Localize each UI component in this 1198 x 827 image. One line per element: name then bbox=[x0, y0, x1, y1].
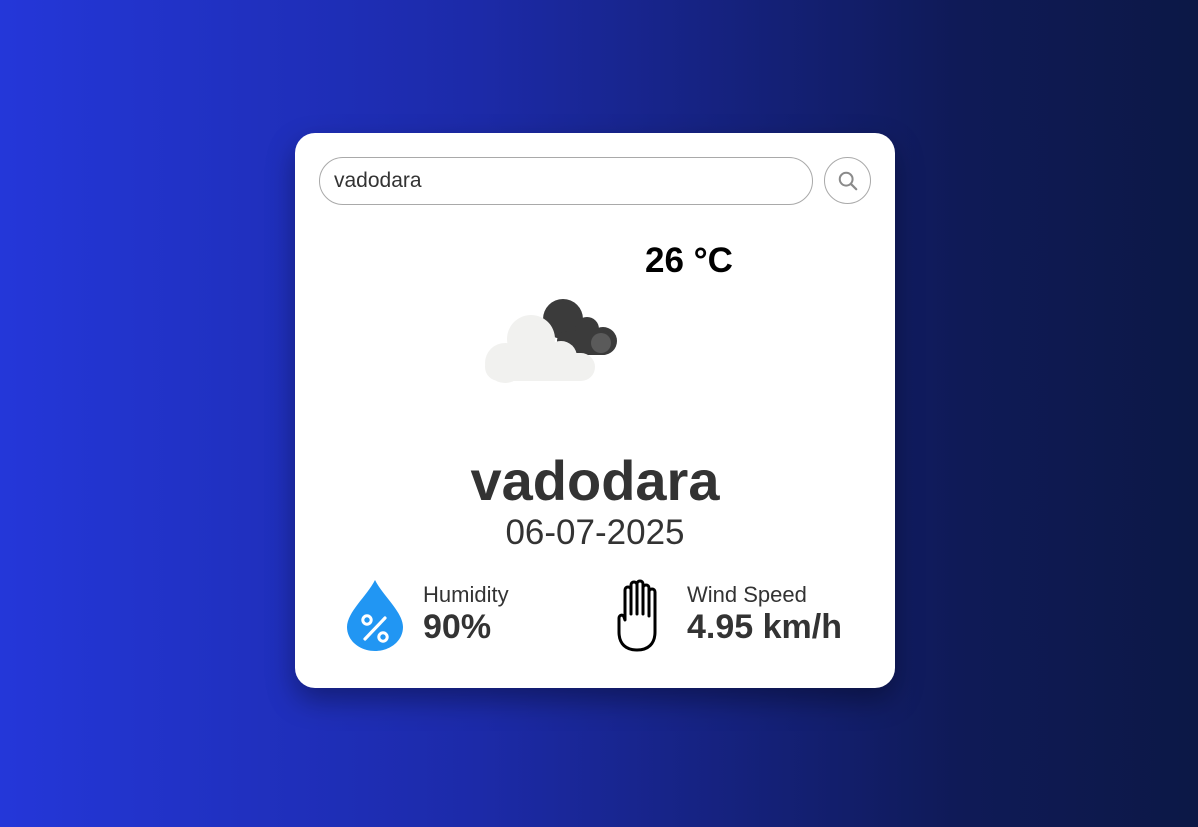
search-bar bbox=[319, 157, 871, 205]
weather-card: 26 °C vadodara 06-07-2025 Humidity bbox=[295, 133, 895, 688]
search-input[interactable] bbox=[319, 157, 813, 205]
hand-icon bbox=[617, 579, 657, 652]
wind-panel: Wind Speed 4.95 km/h bbox=[611, 578, 871, 658]
temperature: 26 °C bbox=[645, 241, 733, 280]
humidity-panel: Humidity 90% bbox=[345, 578, 585, 658]
humidity-label: Humidity bbox=[423, 582, 509, 607]
humidity-value: 90% bbox=[423, 608, 492, 646]
date: 06-07-2025 bbox=[505, 513, 685, 552]
search-icon bbox=[838, 171, 857, 190]
wind-value: 4.95 km/h bbox=[687, 608, 842, 646]
search-button[interactable] bbox=[824, 157, 871, 204]
wind-label: Wind Speed bbox=[687, 582, 807, 607]
cloudy-icon bbox=[485, 299, 617, 383]
humidity-drop-icon bbox=[347, 580, 403, 651]
city-name: vadodara bbox=[470, 449, 720, 512]
